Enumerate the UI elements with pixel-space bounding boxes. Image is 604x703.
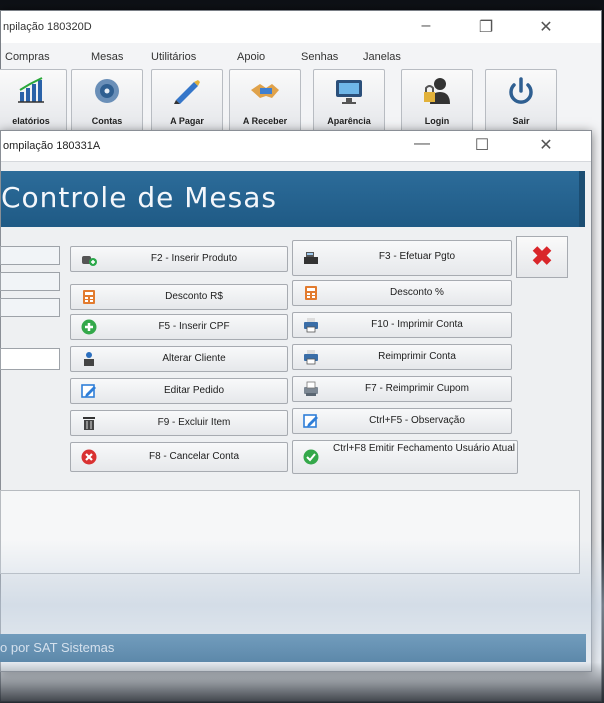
toolbar-label: Sair (512, 116, 530, 126)
desconto-rs-button[interactable]: Desconto R$ (70, 284, 288, 310)
toolbar-label: Login (424, 116, 450, 126)
imprimir-conta-button[interactable]: F10 - Imprimir Conta (292, 312, 512, 338)
search-input[interactable] (0, 348, 60, 370)
client-icon (84, 352, 94, 366)
action-label: F8 - Cancelar Conta (148, 451, 240, 462)
items-panel (0, 490, 580, 574)
child-close-button[interactable]: ✕ (531, 135, 561, 155)
receipt-printer-icon (304, 381, 318, 396)
toolbar-contas-button[interactable]: Contas (71, 69, 143, 133)
toolbar-a-pagar-button[interactable]: A Pagar (151, 69, 223, 133)
alterar-cliente-button[interactable]: Alterar Cliente (70, 346, 288, 372)
main-title-bar: npilação 180320D – ❐ ✕ (1, 11, 601, 43)
action-label: Desconto R$ (165, 291, 223, 302)
plus-circle-icon (81, 319, 97, 335)
menu-janelas[interactable]: Janelas (363, 51, 401, 63)
toolbar-a-receber-button[interactable]: A Receber (229, 69, 301, 133)
user-lock-icon (424, 78, 450, 104)
toolbar-label: elatórios (12, 116, 50, 126)
monitor-icon (336, 80, 362, 104)
cash-register-icon (304, 252, 318, 264)
toolbar-label: A Receber (242, 116, 288, 126)
menu-compras[interactable]: Compras (5, 51, 50, 63)
menu-utilitarios[interactable]: Utilitários (151, 51, 196, 63)
efetuar-pagamento-button[interactable]: F3 - Efetuar Pgto (292, 240, 512, 276)
main-minimize-button[interactable]: – (411, 17, 441, 35)
action-label: Alterar Cliente (162, 353, 226, 364)
main-close-button[interactable]: ✕ (531, 17, 561, 37)
action-label: F3 - Efetuar Pgto (378, 251, 456, 262)
discount-icon (305, 286, 317, 300)
vendedor-field[interactable] (0, 298, 60, 317)
toolbar: elatórios Contas A Pagar A Receber Aparê… (0, 67, 601, 137)
disc-icon (95, 79, 119, 103)
toolbar-sair-button[interactable]: Sair (485, 69, 557, 133)
reimprimir-conta-button[interactable]: Reimprimir Conta (292, 344, 512, 370)
action-label: Ctrl+F8 Emitir Fechamento Usuário Atual (333, 443, 516, 454)
status-bar: o por SAT Sistemas (0, 634, 586, 662)
chart-icon (18, 77, 44, 103)
edit-icon (303, 414, 318, 428)
toolbar-label: Contas (91, 116, 123, 126)
add-product-icon (82, 256, 97, 266)
menu-bar: Compras Mesas Utilitários Apoio Senhas J… (1, 47, 601, 67)
cancel-icon (81, 449, 97, 465)
menu-senhas[interactable]: Senhas (301, 51, 338, 63)
menu-apoio[interactable]: Apoio (237, 51, 265, 63)
inserir-produto-button[interactable]: F2 - Inserir Produto (70, 246, 288, 272)
pen-icon (174, 80, 200, 104)
editar-pedido-button[interactable]: Editar Pedido (70, 378, 288, 404)
discount-icon (83, 290, 95, 304)
toolbar-relatorios-button[interactable]: elatórios (0, 69, 67, 133)
action-label: F10 - Imprimir Conta (371, 319, 463, 330)
main-window-title: npilação 180320D (3, 21, 92, 33)
action-label: F2 - Inserir Produto (150, 253, 238, 264)
edit-icon (81, 384, 96, 398)
banner: Controle de Mesas (1, 171, 585, 227)
inserir-cpf-button[interactable]: F5 - Inserir CPF (70, 314, 288, 340)
fechar-mesa-button[interactable]: ✖ (516, 236, 568, 278)
menu-mesas[interactable]: Mesas (91, 51, 123, 63)
printer-icon (304, 318, 318, 333)
observacao-button[interactable]: Ctrl+F5 - Observação (292, 408, 512, 434)
power-icon (509, 77, 533, 104)
action-label: F9 - Excluir Item (157, 417, 231, 428)
child-window-title: ompilação 180331A (3, 140, 101, 152)
action-label: Reimprimir Conta (378, 351, 456, 362)
cliente-field[interactable] (0, 272, 60, 291)
action-label: F5 - Inserir CPF (158, 321, 230, 332)
action-label: Editar Pedido (163, 385, 225, 396)
toolbar-login-button[interactable]: Login (401, 69, 473, 133)
status-text: o por SAT Sistemas (0, 640, 115, 655)
action-label: Desconto % (390, 287, 444, 298)
toolbar-label: A Pagar (170, 116, 204, 126)
child-maximize-button[interactable]: ☐ (467, 135, 497, 155)
reimprimir-cupom-button[interactable]: F7 - Reimprimir Cupom (292, 376, 512, 402)
trash-icon (83, 417, 95, 430)
main-maximize-button[interactable]: ❐ (471, 17, 501, 37)
mesa-field[interactable] (0, 246, 60, 265)
action-label: Ctrl+F5 - Observação (369, 415, 465, 426)
emitir-fechamento-button[interactable]: Ctrl+F8 Emitir Fechamento Usuário Atual (292, 440, 518, 474)
child-minimize-button[interactable]: — (407, 135, 437, 153)
cancelar-conta-button[interactable]: F8 - Cancelar Conta (70, 442, 288, 472)
child-title-bar: ompilação 180331A — ☐ ✕ (1, 131, 591, 162)
desconto-percentual-button[interactable]: Desconto % (292, 280, 512, 306)
printer-icon (304, 350, 318, 365)
toolbar-aparencia-button[interactable]: Aparência (313, 69, 385, 133)
close-x-icon: ✖ (531, 241, 553, 271)
toolbar-label: Aparência (327, 116, 371, 126)
check-circle-icon (303, 449, 319, 465)
handshake-icon (251, 84, 279, 98)
action-label: F7 - Reimprimir Cupom (365, 383, 469, 394)
banner-title: Controle de Mesas (1, 181, 277, 214)
excluir-item-button[interactable]: F9 - Excluir Item (70, 410, 288, 436)
